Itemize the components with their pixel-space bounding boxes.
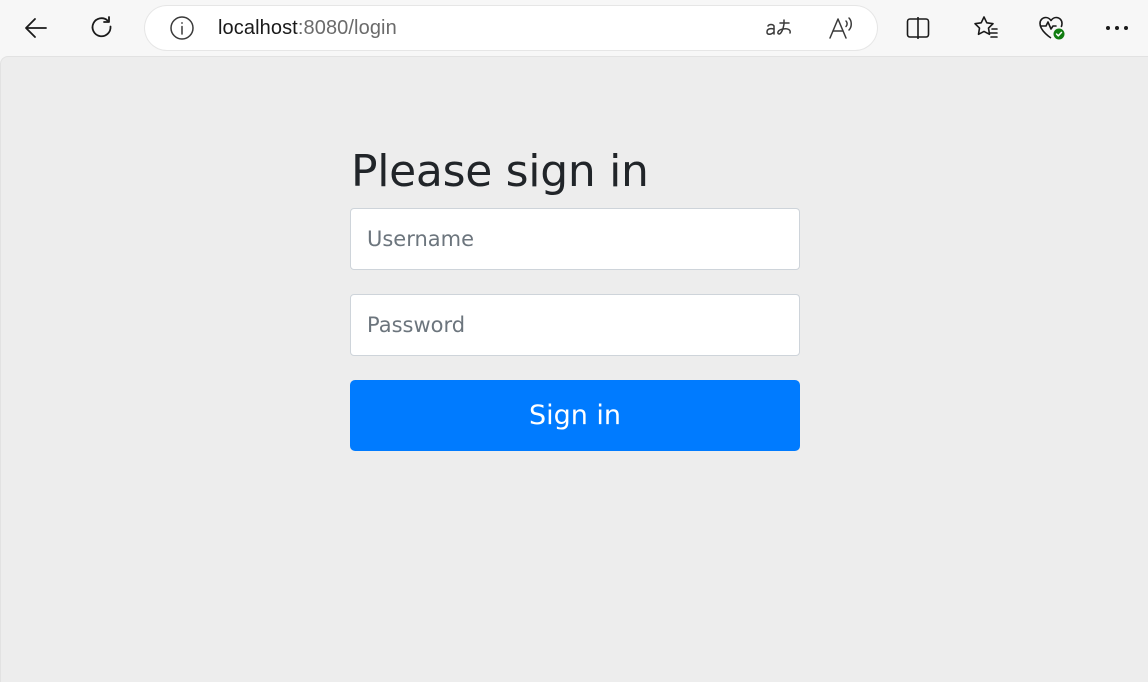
url-path: :8080/login	[297, 16, 397, 39]
split-screen-icon	[905, 15, 931, 41]
back-icon	[22, 14, 50, 42]
sign-in-button[interactable]: Sign in	[350, 380, 800, 451]
username-input[interactable]	[350, 208, 800, 270]
read-aloud-icon[interactable]	[821, 8, 861, 48]
address-bar[interactable]: localhost:8080/login	[145, 6, 877, 50]
signin-form: Please sign in Sign in	[350, 141, 800, 451]
more-icon	[1104, 24, 1130, 32]
url-text[interactable]: localhost:8080/login	[218, 6, 397, 50]
reload-button[interactable]	[82, 8, 122, 48]
reload-icon	[88, 14, 116, 42]
password-input[interactable]	[350, 294, 800, 356]
favorites-icon	[972, 14, 1000, 42]
info-icon[interactable]	[169, 15, 195, 41]
page-title: Please sign in	[351, 146, 649, 197]
page-viewport: Please sign in Sign in	[0, 56, 1148, 682]
back-button[interactable]	[16, 8, 56, 48]
browser-toolbar: localhost:8080/login	[0, 0, 1148, 56]
url-host: localhost	[218, 16, 298, 39]
browser-essentials-icon	[1037, 13, 1067, 43]
more-button[interactable]	[1097, 8, 1137, 48]
split-screen-button[interactable]	[898, 8, 938, 48]
browser-essentials-button[interactable]	[1032, 8, 1072, 48]
favorites-button[interactable]	[966, 8, 1006, 48]
translate-icon[interactable]	[760, 8, 800, 48]
